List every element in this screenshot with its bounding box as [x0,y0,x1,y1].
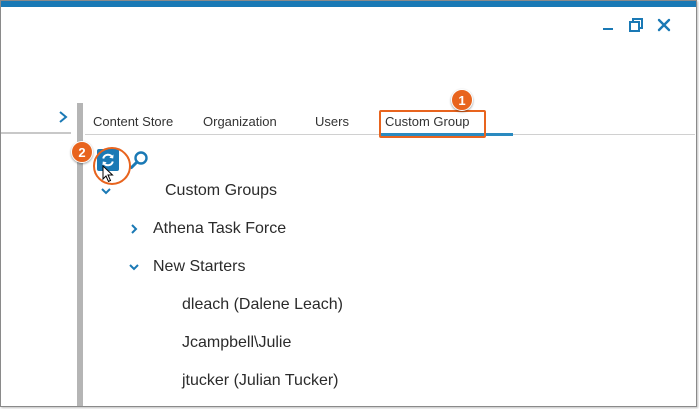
tab-bar: Content Store Organization Users Custom … [85,107,487,135]
tree-leaf-jcampbell[interactable]: Jcampbell\Julie [182,331,291,355]
tree-leaf-label: dleach (Dalene Leach) [182,296,343,313]
chevron-down-icon[interactable] [127,260,141,274]
refresh-icon[interactable] [97,149,119,171]
tab-custom-group[interactable]: Custom Group [379,107,487,135]
window-top-accent [1,1,696,7]
app-window: Content Store Organization Users Custom … [0,0,697,407]
tree-leaf-jtucker[interactable]: jtucker (Julian Tucker) [182,369,339,393]
tree-node-label: New Starters [153,258,246,275]
expand-left-pane-chevron-icon[interactable] [56,109,70,123]
tree-node-athena-task-force[interactable]: Athena Task Force [127,217,286,241]
restore-icon[interactable] [628,17,644,33]
search-icon[interactable] [129,150,149,170]
tree-node-new-starters[interactable]: New Starters [127,255,245,279]
tree-node-label: Athena Task Force [153,220,287,237]
chevron-down-icon[interactable] [99,184,113,198]
tree-node-custom-groups[interactable]: Custom Groups [99,179,277,203]
tab-users[interactable]: Users [305,107,379,135]
step-callout-1: 1 [451,89,473,111]
active-tab-indicator [379,133,513,136]
tree-leaf-label: Jcampbell\Julie [182,334,292,351]
minimize-icon[interactable] [600,17,616,33]
tab-organization[interactable]: Organization [195,107,305,135]
tab-content-store[interactable]: Content Store [85,107,195,135]
chevron-right-icon[interactable] [127,222,141,236]
tree-toolbar [97,149,149,171]
tree-leaf-dleach[interactable]: dleach (Dalene Leach) [182,293,343,317]
left-pane-divider [1,132,71,134]
window-controls [600,17,672,33]
close-icon[interactable] [656,17,672,33]
step-callout-2: 2 [71,141,93,163]
left-pane [1,1,77,406]
tree-node-label: Custom Groups [165,182,278,199]
tree-leaf-label: jtucker (Julian Tucker) [182,372,339,389]
